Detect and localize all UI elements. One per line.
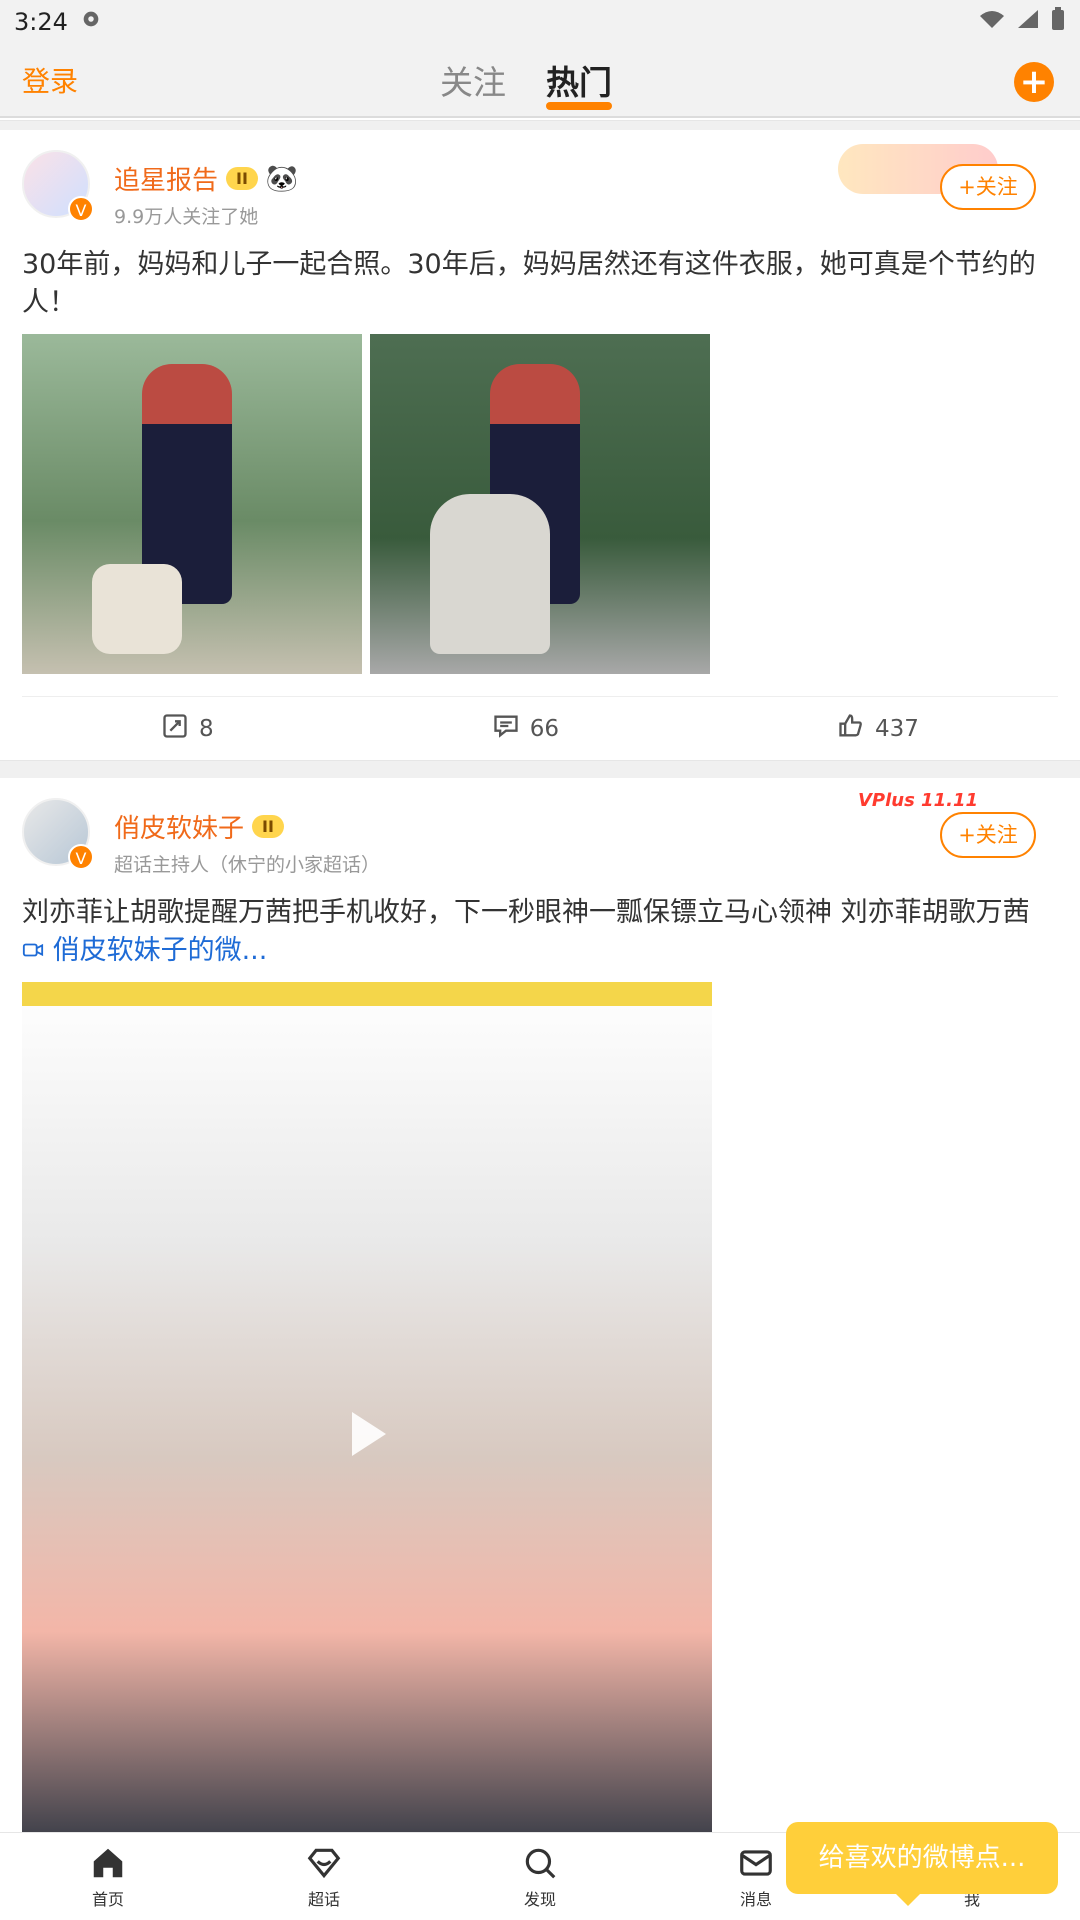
feed-separator [0, 760, 1080, 778]
battery-icon [1050, 7, 1066, 37]
like-button[interactable]: 437 [837, 712, 919, 746]
image-man [430, 494, 550, 654]
top-navigation: 登录 关注 热门 + [0, 44, 1080, 118]
image-child [92, 564, 182, 654]
status-time: 3:24 [14, 8, 68, 36]
login-link[interactable]: 登录 [22, 60, 78, 100]
author-name-text: 追星报告 [114, 166, 219, 196]
nav-home[interactable]: 首页 [0, 1833, 216, 1920]
repost-icon [161, 712, 189, 746]
follow-button[interactable]: +关注 [940, 164, 1036, 210]
nav-home-label: 首页 [91, 1889, 124, 1909]
post-actions: 8 66 437 [22, 696, 1058, 760]
feed-separator [0, 120, 1080, 130]
like-count: 437 [875, 715, 919, 742]
repost-count: 8 [199, 715, 214, 742]
verified-icon: V [68, 196, 94, 222]
post-images [22, 334, 1058, 674]
post-image[interactable] [370, 334, 710, 674]
settings-icon [80, 8, 102, 36]
home-icon [93, 1848, 123, 1877]
author-subtitle: 超话主持人（休宁的小家超话） [114, 854, 381, 876]
post-card[interactable]: V 俏皮软妹子 II 超话主持人（休宁的小家超话） VPlus 11.11 +关… [0, 778, 1080, 1848]
membership-badge: II [226, 167, 258, 190]
feed-tabs: 关注 热门 [440, 56, 612, 110]
author-name-text: 俏皮软妹子 [114, 814, 245, 844]
status-bar: 3:24 [0, 0, 1080, 44]
app-root: 3:24 登录 关注 热门 + V 追星报告 II 🐼 9.9万人关注了她 +关… [0, 0, 1080, 1920]
nav-supertopic[interactable]: 超话 [216, 1833, 432, 1920]
comment-button[interactable]: 66 [492, 712, 559, 746]
tab-following[interactable]: 关注 [440, 56, 506, 104]
diamond-icon [307, 1848, 341, 1878]
like-tooltip[interactable]: 给喜欢的微博点... [786, 1822, 1058, 1906]
author-subtitle: 9.9万人关注了她 [114, 206, 259, 228]
post-card[interactable]: V 追星报告 II 🐼 9.9万人关注了她 +关注 30年前，妈妈和儿子一起合照… [0, 130, 1080, 760]
follow-button[interactable]: +关注 [940, 812, 1036, 858]
avatar[interactable]: V [22, 798, 94, 870]
play-icon[interactable] [352, 1412, 386, 1456]
avatar[interactable]: V [22, 150, 94, 222]
comment-count: 66 [529, 715, 559, 742]
post-text-main: 刘亦菲让胡歌提醒万茜把手机收好，下一秒眼神一瓢保镖立马心领神 刘亦菲胡歌万茜 [22, 897, 1030, 928]
author-name[interactable]: 追星报告 II 🐼 [114, 160, 298, 197]
comment-icon [492, 712, 520, 746]
active-tab-indicator [546, 102, 612, 110]
nav-discover-label: 发现 [523, 1889, 556, 1909]
post-header: V 追星报告 II 🐼 9.9万人关注了她 +关注 [22, 130, 1058, 240]
vplus-decor: VPlus 11.11 [857, 790, 978, 811]
search-icon [525, 1848, 556, 1878]
nav-messages-label: 消息 [739, 1889, 772, 1909]
post-image[interactable] [22, 334, 362, 674]
repost-button[interactable]: 8 [161, 712, 214, 746]
feed: V 追星报告 II 🐼 9.9万人关注了她 +关注 30年前，妈妈和儿子一起合照… [0, 120, 1080, 1848]
verified-icon: V [68, 844, 94, 870]
membership-badge: II [252, 815, 284, 838]
video-link[interactable]: 俏皮软妹子的微... [22, 935, 267, 966]
plus-icon: + [1019, 62, 1049, 102]
post-text[interactable]: 刘亦菲让胡歌提醒万茜把手机收好，下一秒眼神一瓢保镖立马心领神 刘亦菲胡歌万茜 俏… [22, 888, 1058, 982]
panda-icon: 🐼 [265, 163, 299, 194]
post-header: V 俏皮软妹子 II 超话主持人（休宁的小家超话） VPlus 11.11 +关… [22, 778, 1058, 888]
tab-hot-label: 热门 [546, 63, 612, 102]
wifi-icon [978, 8, 1006, 36]
author-name[interactable]: 俏皮软妹子 II [114, 808, 284, 845]
mail-icon [740, 1849, 772, 1876]
nav-supertopic-label: 超话 [307, 1889, 340, 1909]
video-icon [22, 935, 53, 966]
compose-button[interactable]: + [1014, 62, 1054, 102]
status-right-icons [978, 7, 1066, 37]
post-video[interactable] [22, 982, 712, 1848]
video-headline-strip [22, 982, 712, 1006]
video-link-text: 俏皮软妹子的微... [52, 935, 268, 966]
thumbs-up-icon [837, 712, 865, 746]
tab-hot[interactable]: 热门 [546, 56, 612, 110]
post-text[interactable]: 30年前，妈妈和儿子一起合照。30年后，妈妈居然还有这件衣服，她可真是个节约的人… [22, 240, 1058, 334]
nav-discover[interactable]: 发现 [432, 1833, 648, 1920]
signal-icon [1016, 8, 1040, 36]
tab-following-label: 关注 [440, 63, 506, 102]
